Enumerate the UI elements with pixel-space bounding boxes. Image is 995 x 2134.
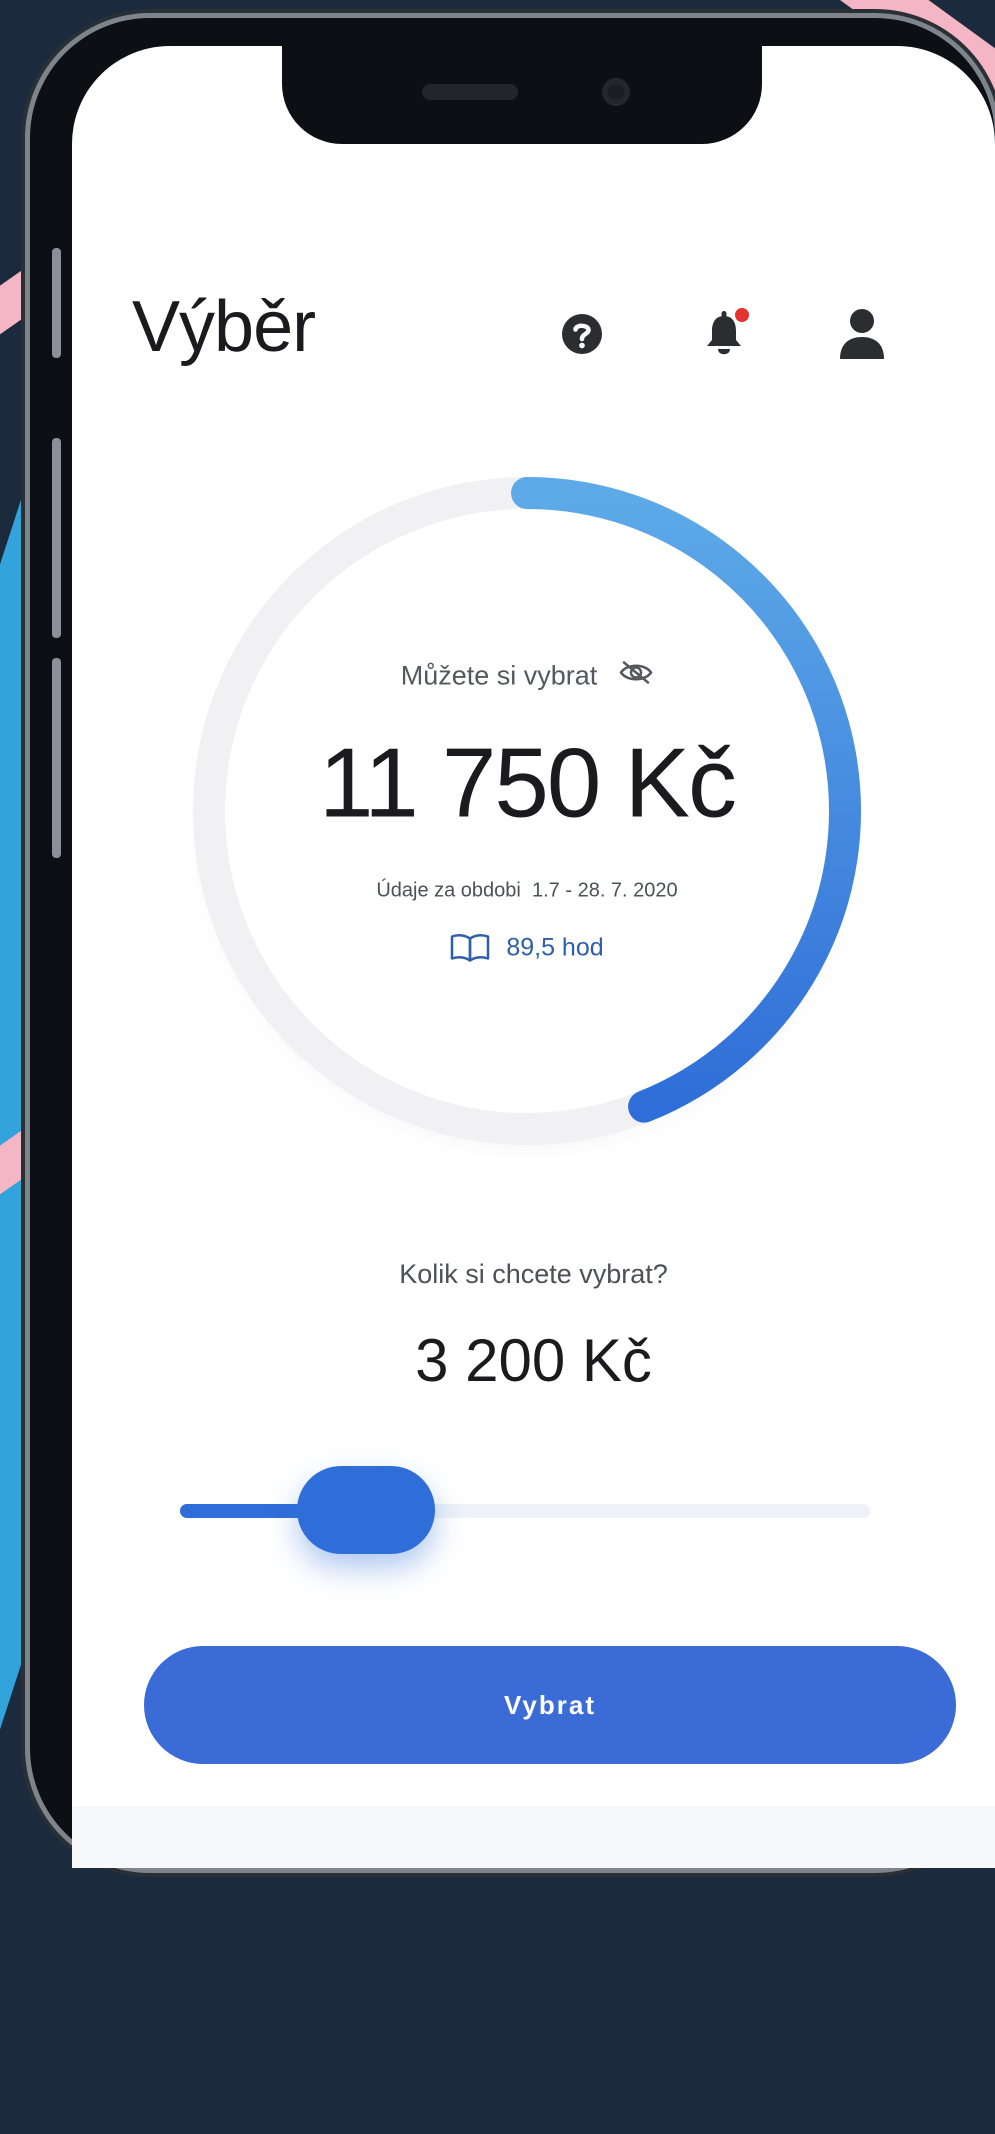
user-icon [840, 309, 884, 359]
notification-dot [735, 308, 749, 322]
hours-worked: 89,5 hod [267, 933, 787, 963]
book-icon [451, 933, 490, 962]
app-screen: Výběr Můžete si vybrat 11 750 Kč Údaje z… [72, 46, 995, 1868]
available-label: Můžete si vybrat [400, 660, 598, 691]
amount-slider[interactable] [180, 1466, 870, 1556]
notifications-button[interactable] [694, 304, 754, 364]
page-title: Výběr [132, 287, 316, 367]
period-label: Údaje za obdobi [376, 879, 521, 902]
phone-camera [602, 78, 630, 106]
help-circle-icon [562, 314, 602, 354]
phone-notch [282, 46, 762, 144]
phone-frame: Výběr Můžete si vybrat 11 750 Kč Údaje z… [30, 18, 995, 1868]
withdraw-amount: 3 200 Kč [415, 1327, 652, 1394]
bottom-area [72, 1806, 995, 1868]
bell-icon [707, 308, 749, 355]
available-amount: 11 750 Kč [318, 727, 737, 838]
period-range: 1.7 - 28. 7. 2020 [532, 879, 678, 902]
withdraw-question: Kolik si chcete vybrat? [399, 1259, 668, 1289]
hide-amount-button[interactable] [619, 660, 653, 693]
phone-speaker [422, 84, 518, 100]
balance-gauge: Můžete si vybrat 11 750 Kč Údaje za obdo… [182, 466, 872, 1156]
withdraw-button[interactable]: Vybrat [144, 1646, 956, 1764]
hours-value: 89,5 hod [506, 933, 604, 961]
help-button[interactable] [552, 304, 612, 364]
slider-thumb[interactable] [297, 1466, 436, 1554]
phone-side-button [52, 658, 61, 858]
phone-side-button [52, 248, 61, 358]
period-info: Údaje za obdobi 1.7 - 28. 7. 2020 [267, 880, 787, 903]
phone-side-button [52, 438, 61, 638]
profile-button[interactable] [832, 304, 892, 364]
eye-off-icon [619, 661, 653, 684]
